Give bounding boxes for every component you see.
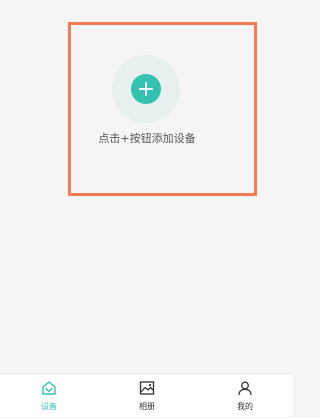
user-icon bbox=[238, 381, 252, 396]
add-device-button[interactable] bbox=[131, 74, 161, 104]
tab-devices[interactable]: 设备 bbox=[0, 374, 98, 418]
bottom-tab-bar: 设备 相册 我的 bbox=[0, 373, 293, 417]
tab-me[interactable]: 我的 bbox=[196, 374, 294, 418]
tab-label: 我的 bbox=[237, 402, 253, 411]
tab-label: 相册 bbox=[139, 402, 155, 411]
device-icon bbox=[42, 381, 56, 395]
tab-album[interactable]: 相册 bbox=[98, 374, 196, 418]
add-device-hint: 点击+按钮添加设备 bbox=[98, 132, 196, 145]
tab-label: 设备 bbox=[41, 402, 57, 411]
album-icon bbox=[139, 381, 155, 395]
